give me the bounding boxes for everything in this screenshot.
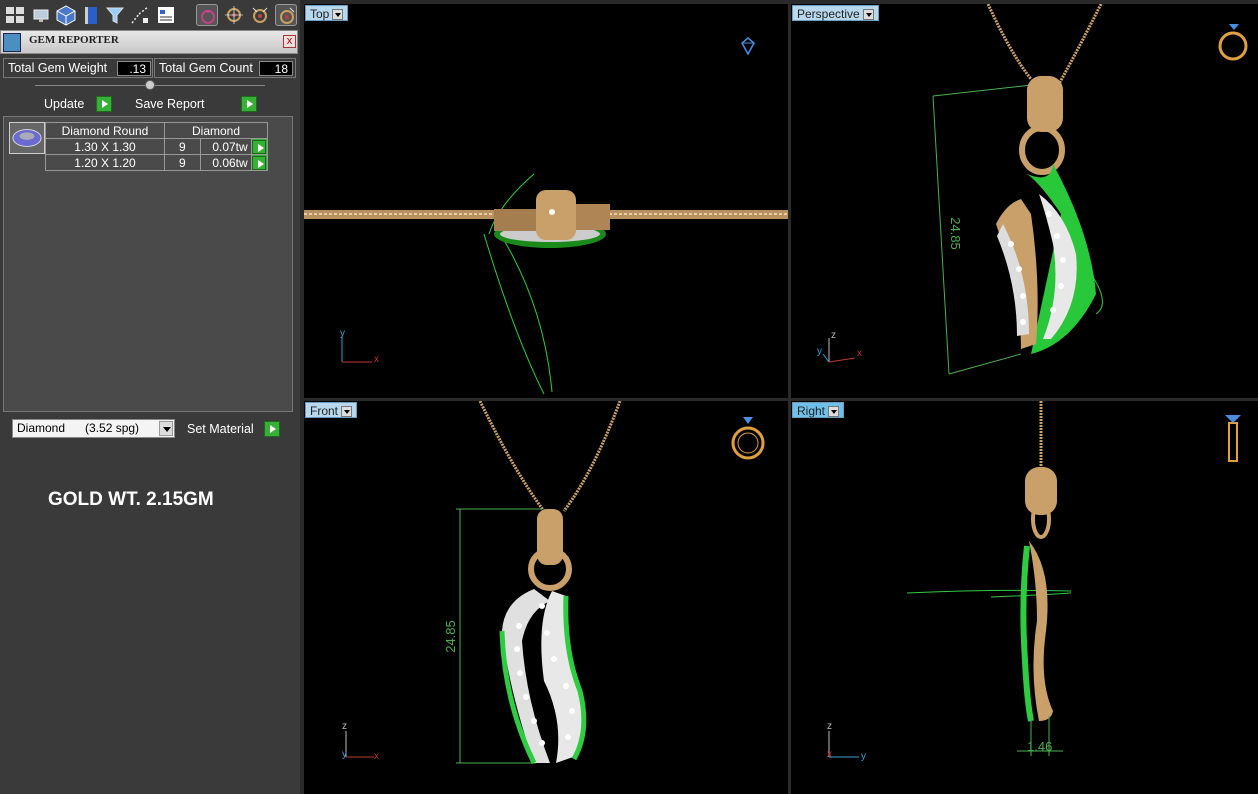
axis-z-label: z bbox=[827, 721, 832, 732]
chevron-down-icon[interactable] bbox=[159, 421, 173, 436]
ring-view-icon[interactable] bbox=[1216, 16, 1252, 66]
viewport-tab-top[interactable]: Top bbox=[305, 5, 349, 21]
prong-icon[interactable] bbox=[249, 4, 271, 26]
gem-table: Diamond Round Diamond 1.30 X 1.30 9 0.07… bbox=[45, 122, 269, 171]
left-panel: GEM REPORTER x Total Gem Weight .13 Tota… bbox=[0, 0, 300, 794]
splitter-handle[interactable] bbox=[145, 80, 155, 90]
axis-y-label: y bbox=[342, 749, 347, 760]
gem-weight-cell: 0.07tw bbox=[199, 138, 252, 155]
material-value: Diamond (3.52 spg) bbox=[17, 421, 140, 435]
gold-weight-text: GOLD WT. 2.15GM bbox=[48, 489, 214, 510]
monitor-icon[interactable] bbox=[30, 4, 52, 26]
diamond-icon[interactable] bbox=[740, 36, 756, 56]
material-dropdown[interactable]: Diamond (3.52 spg) bbox=[12, 419, 175, 438]
play-arrow-icon bbox=[251, 155, 266, 170]
gem-reporter-panel: GEM REPORTER x Total Gem Weight .13 Tota… bbox=[0, 30, 300, 420]
gem-reporter-icon bbox=[3, 33, 21, 52]
viewport-top[interactable]: Top y x bbox=[304, 4, 788, 398]
ring-front-icon[interactable] bbox=[728, 411, 768, 463]
dimension-label: 24.85 bbox=[442, 620, 458, 653]
close-button[interactable]: x bbox=[283, 35, 296, 48]
column-header: Diamond Round bbox=[45, 122, 165, 139]
viewport-perspective[interactable]: Perspective 24.85 z y x bbox=[791, 4, 1258, 398]
total-gem-count-value: 18 bbox=[259, 61, 293, 76]
table-row[interactable]: 1.30 X 1.30 9 0.07tw bbox=[45, 138, 269, 155]
ring-icon[interactable] bbox=[196, 4, 218, 26]
gem-count-cell: 9 bbox=[164, 138, 201, 155]
update-label: Update bbox=[44, 97, 85, 111]
toolbar bbox=[0, 0, 300, 30]
play-arrow-icon bbox=[251, 139, 266, 154]
chevron-down-icon[interactable] bbox=[862, 9, 874, 21]
row-select-button[interactable] bbox=[250, 154, 269, 171]
table-row[interactable]: 1.20 X 1.20 9 0.06tw bbox=[45, 154, 269, 171]
chevron-down-icon[interactable] bbox=[332, 9, 344, 21]
play-arrow-icon bbox=[96, 96, 112, 112]
save-report-label: Save Report bbox=[135, 97, 205, 111]
axis-gizmo bbox=[822, 338, 856, 363]
ring-side-icon[interactable] bbox=[1219, 411, 1247, 467]
gem-setting-icon[interactable] bbox=[223, 4, 245, 26]
table-header-row: Diamond Round Diamond bbox=[45, 122, 268, 139]
layout-icon[interactable] bbox=[4, 4, 26, 26]
save-report-button[interactable]: Save Report bbox=[133, 96, 257, 112]
axis-z-label: z bbox=[831, 330, 836, 341]
gem-list: Diamond Round Diamond 1.30 X 1.30 9 0.07… bbox=[3, 116, 293, 412]
gem-weight-cell: 0.06tw bbox=[199, 154, 252, 171]
panel-title: GEM REPORTER bbox=[29, 34, 119, 46]
viewport-tab-front[interactable]: Front bbox=[305, 402, 358, 418]
set-material-label: Set Material bbox=[187, 422, 254, 436]
gem-size-cell: 1.30 X 1.30 bbox=[45, 138, 165, 155]
total-gem-count-label: Total Gem Count bbox=[159, 61, 253, 75]
panel-title-bar: GEM REPORTER x bbox=[0, 30, 298, 54]
axis-x-label: x bbox=[374, 354, 379, 365]
update-button[interactable]: Update bbox=[42, 96, 112, 112]
gem-size-cell: 1.20 X 1.20 bbox=[45, 154, 165, 171]
axis-z-label: z bbox=[342, 721, 347, 732]
report-icon[interactable] bbox=[155, 4, 177, 26]
dimension-label: 1.46 bbox=[1027, 739, 1053, 754]
row-select-button[interactable] bbox=[250, 138, 269, 155]
filter-icon[interactable] bbox=[104, 4, 126, 26]
total-gem-weight-field: Total Gem Weight .13 bbox=[3, 58, 153, 78]
cube-icon[interactable] bbox=[55, 4, 77, 26]
viewport-right[interactable]: Right 1.46 z x y bbox=[791, 401, 1258, 794]
chevron-down-icon[interactable] bbox=[828, 406, 840, 418]
play-arrow-icon bbox=[264, 421, 280, 437]
diamond-thumbnail[interactable] bbox=[9, 122, 45, 154]
column-header: Diamond bbox=[164, 122, 268, 139]
dimension-label: 24.85 bbox=[947, 217, 963, 250]
chevron-down-icon[interactable] bbox=[341, 406, 353, 418]
viewport-tab-perspective[interactable]: Perspective bbox=[792, 5, 879, 21]
set-material-button[interactable]: Set Material bbox=[185, 421, 280, 437]
total-gem-weight-label: Total Gem Weight bbox=[8, 61, 108, 75]
axis-y-label: y bbox=[861, 751, 866, 762]
app-window: GEM REPORTER x Total Gem Weight .13 Tota… bbox=[0, 0, 1258, 794]
transform-icon[interactable] bbox=[129, 4, 151, 26]
total-gem-count-field: Total Gem Count 18 bbox=[154, 58, 296, 78]
viewport-label: Top bbox=[310, 7, 330, 21]
viewport-label: Perspective bbox=[797, 7, 860, 21]
book-icon[interactable] bbox=[80, 4, 102, 26]
viewport-label: Right bbox=[797, 404, 826, 418]
axis-y-label: y bbox=[340, 328, 345, 339]
render-icon[interactable] bbox=[275, 4, 297, 26]
axis-x-label: x bbox=[857, 348, 862, 359]
axis-y-label: y bbox=[817, 346, 822, 357]
total-gem-weight-value: .13 bbox=[117, 61, 151, 76]
viewport-front[interactable]: Front 24.85 z y x bbox=[304, 401, 788, 794]
play-arrow-icon bbox=[241, 96, 257, 112]
axis-x-label: x bbox=[374, 751, 379, 762]
viewport-tab-right[interactable]: Right bbox=[792, 402, 845, 418]
viewport-label: Front bbox=[310, 404, 339, 418]
gem-count-cell: 9 bbox=[164, 154, 201, 171]
axis-x-label: x bbox=[827, 749, 832, 760]
